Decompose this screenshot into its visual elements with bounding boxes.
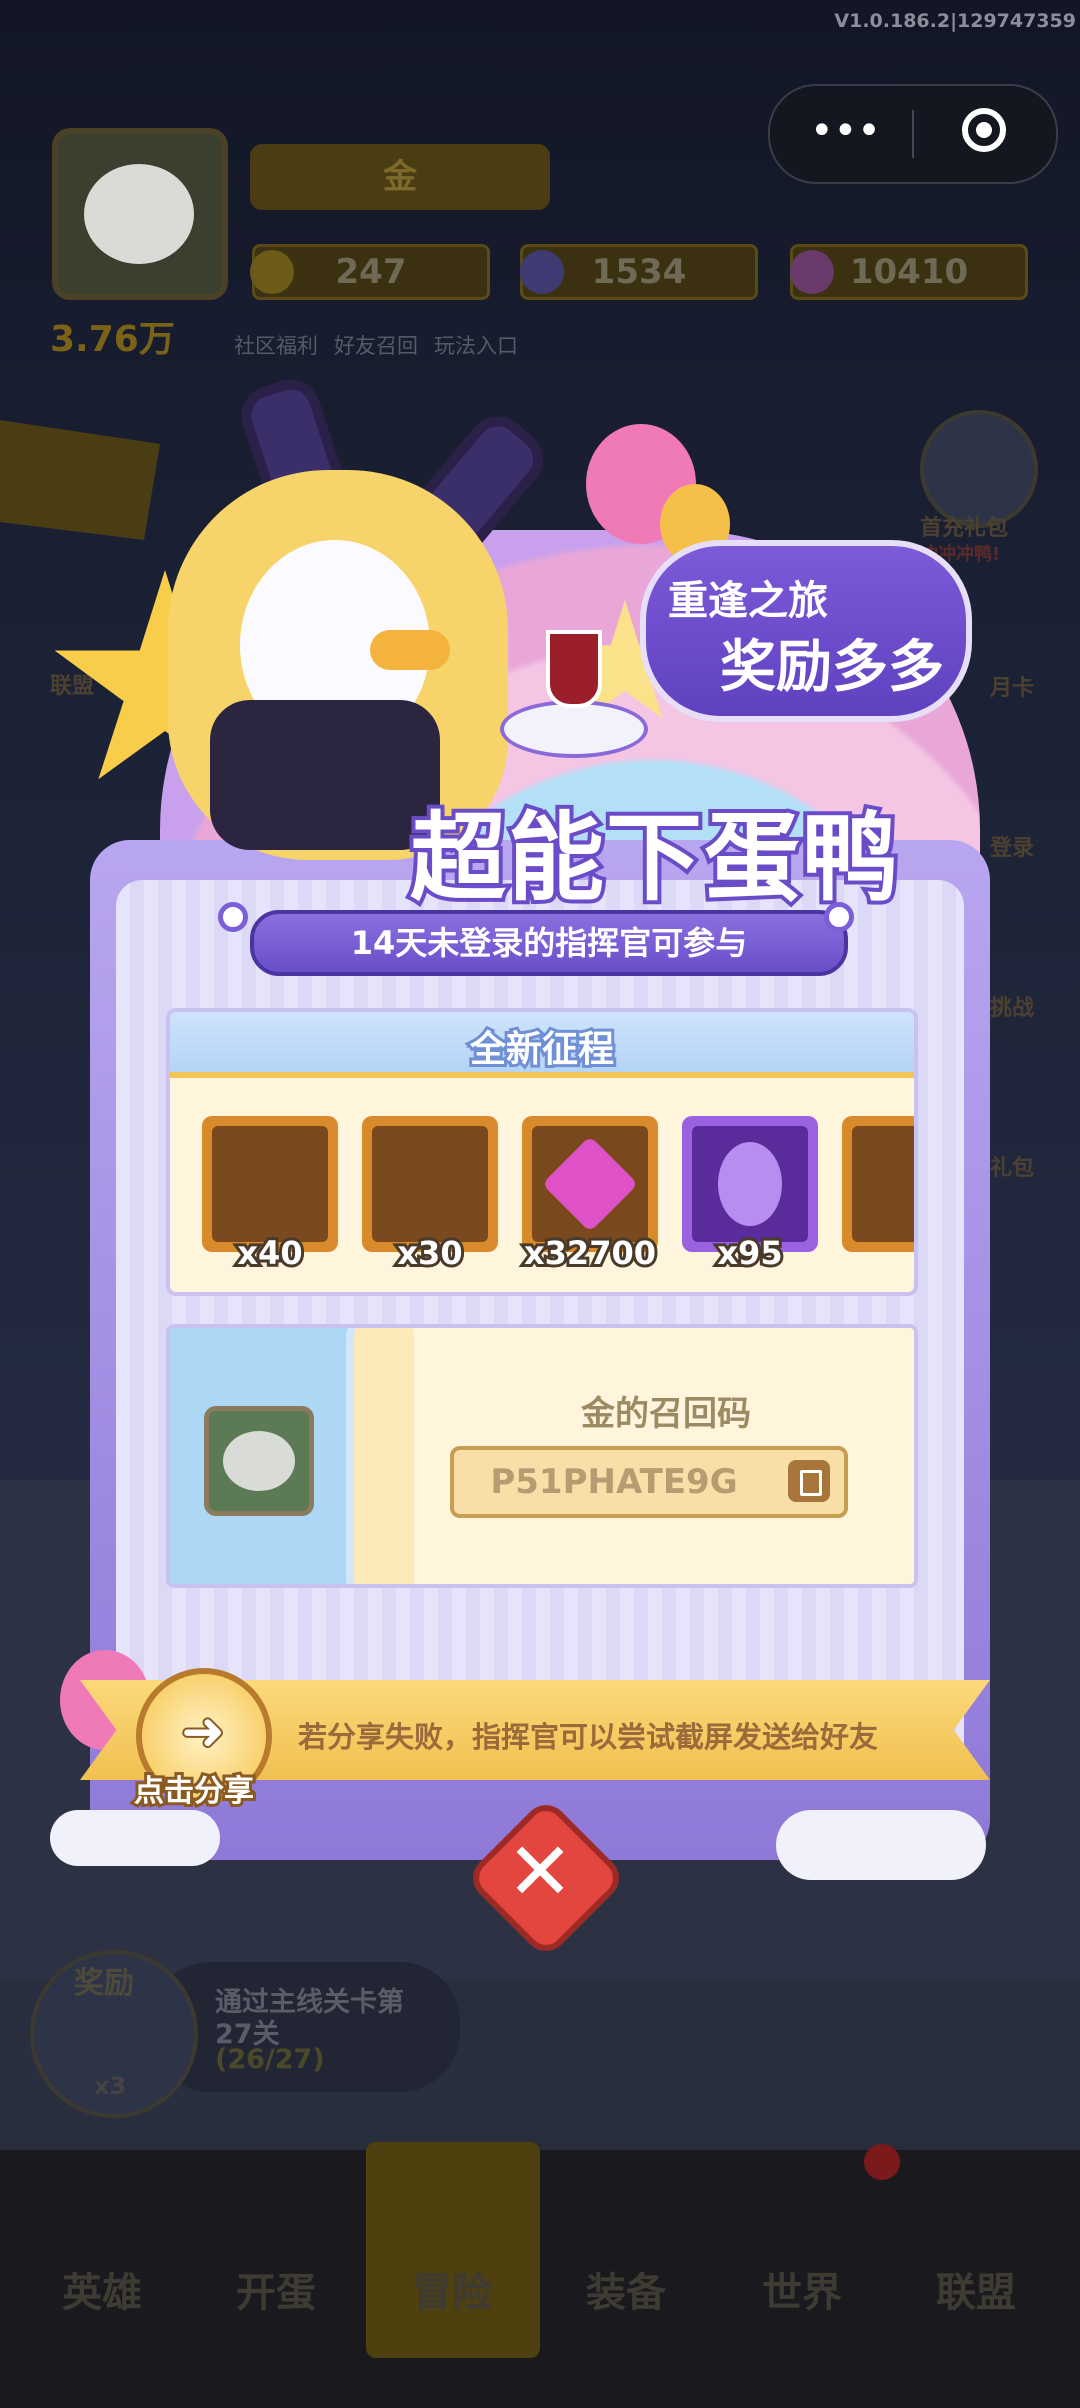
reward-qty: x30: [394, 1231, 465, 1275]
duck-beak: [370, 630, 450, 670]
badge-line1: 重逢之旅: [668, 578, 828, 624]
gift-label: 礼包: [990, 1156, 1035, 1181]
share-arrow-icon: ➜: [179, 1702, 227, 1762]
notification-dot-icon: [864, 2144, 900, 2180]
first-recharge-label: 首充礼包: [920, 516, 1009, 541]
ribbon-dot: [218, 902, 248, 932]
cloud-decoration: [50, 1810, 220, 1866]
code-panel-curve: [346, 1328, 414, 1584]
duck-avatar-icon: [223, 1431, 295, 1491]
nav-equipment[interactable]: 装备: [586, 2260, 666, 2318]
reward-qty: x40: [234, 1231, 305, 1275]
share-hint-text: 若分享失败，指挥官可以尝试截屏发送给好友: [298, 1720, 879, 1754]
reward-item-hero-card-2[interactable]: x30: [362, 1116, 498, 1275]
cloud-decoration: [776, 1810, 986, 1880]
gem-value: 1534: [591, 252, 687, 292]
player-avatar[interactable]: [52, 128, 228, 300]
copy-icon[interactable]: [788, 1460, 830, 1502]
community-welfare-link[interactable]: 社区福利: [234, 330, 318, 360]
egg-icon: [692, 1126, 808, 1242]
recall-code-panel: 金的召回码 P51PHATE9G: [166, 1324, 918, 1588]
quest-reward-qty: x3: [94, 2072, 127, 2100]
eligibility-banner: 14天未登录的指挥官可参与: [250, 910, 848, 976]
reward-item-gem[interactable]: x32700: [521, 1116, 659, 1275]
player-name: 金: [250, 144, 550, 210]
crystal-value: 10410: [849, 252, 969, 292]
nav-alliance[interactable]: 联盟: [936, 2260, 1016, 2318]
challenge-label: 挑战: [990, 996, 1035, 1021]
gem-icon: [532, 1126, 648, 1242]
player-avatar-small: [204, 1406, 314, 1516]
share-button-label: 点击分享: [131, 1771, 257, 1812]
popup-title: 超能下蛋鸭: [406, 798, 902, 918]
gold-value: 247: [335, 252, 407, 292]
tray-icon: [500, 700, 648, 758]
reward-item-partial[interactable]: [842, 1116, 914, 1252]
power-value: 3.76万: [50, 319, 175, 360]
nav-adventure[interactable]: 冒险: [412, 2260, 492, 2318]
close-miniprogram-icon[interactable]: [962, 108, 1006, 152]
nav-open-egg[interactable]: 开蛋: [236, 2260, 316, 2318]
recall-code-value: P51PHATE9G: [490, 1462, 738, 1502]
rewards-title: 全新征程: [467, 1026, 617, 1073]
miniprogram-capsule: •••: [768, 84, 1058, 184]
hero-card-icon: [372, 1126, 488, 1242]
blue-gem-icon: [520, 250, 564, 294]
golden-egg-icon: [852, 1126, 914, 1242]
wine-glass-icon: [546, 630, 602, 708]
gameplay-entry-link[interactable]: 玩法入口: [434, 330, 518, 360]
close-icon[interactable]: ✕: [488, 1820, 592, 1924]
pink-crystal-icon: [790, 250, 834, 294]
gold-coin-icon: [250, 250, 294, 294]
nav-selected-highlight: [366, 2142, 540, 2358]
badge-line2: 奖励多多: [720, 635, 944, 700]
reward-item-egg[interactable]: x95: [682, 1116, 818, 1275]
character-outfit: [210, 700, 440, 850]
quest-progress: (26/27): [215, 2044, 325, 2075]
rewards-panel: 全新征程 x40 x30 x32700 x95: [166, 1008, 918, 1296]
reward-qty: x32700: [521, 1231, 659, 1275]
monthly-card-label: 月卡: [990, 676, 1035, 701]
recall-code-field[interactable]: P51PHATE9G: [450, 1446, 848, 1518]
purple-egg-shape: [718, 1142, 782, 1226]
pink-gem-shape: [541, 1135, 639, 1233]
reward-qty: x95: [714, 1231, 785, 1275]
version-text: V1.0.186.2|129747359: [834, 10, 1076, 32]
nav-heroes[interactable]: 英雄: [62, 2260, 142, 2318]
recall-code-label: 金的召回码: [581, 1394, 751, 1434]
reward-item-hero-card[interactable]: x40: [202, 1116, 338, 1275]
bottom-nav: [0, 2150, 1080, 2408]
more-icon[interactable]: •••: [810, 111, 881, 152]
nav-world[interactable]: 世界: [762, 2260, 842, 2318]
ribbon-dot: [824, 902, 854, 932]
hero-card-icon: [212, 1126, 328, 1242]
quest-reward-label: 奖励: [74, 1966, 134, 2001]
login-label: 登录: [990, 836, 1035, 861]
friend-recall-link[interactable]: 好友召回: [334, 330, 418, 360]
duck-avatar-icon: [84, 164, 194, 264]
capsule-divider: [912, 110, 914, 158]
